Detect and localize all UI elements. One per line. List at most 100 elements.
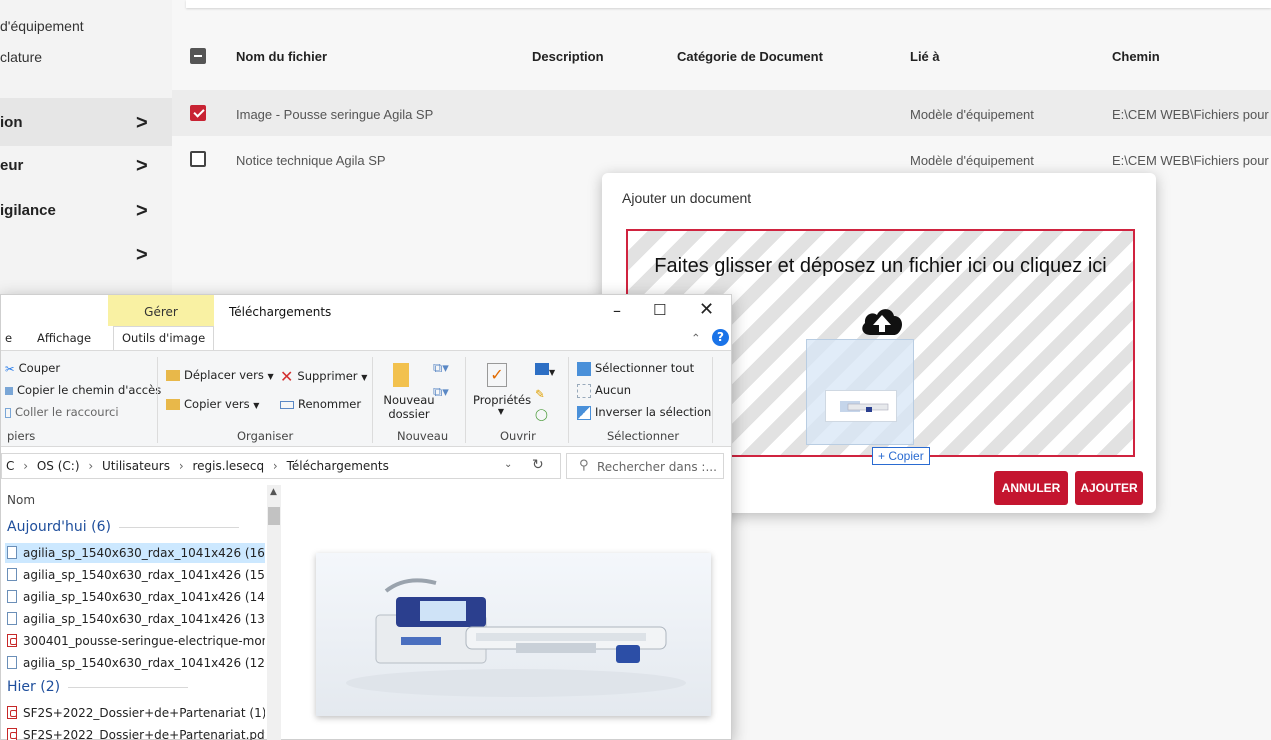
- pdf-file-icon: [7, 728, 17, 740]
- paste-shortcut-icon: [5, 407, 11, 418]
- group-header-yesterday[interactable]: Hier (2): [7, 679, 189, 695]
- header-category[interactable]: Catégorie de Document: [677, 49, 823, 64]
- new-item-icon[interactable]: ⧉▾: [433, 361, 449, 376]
- header-filename[interactable]: Nom du fichier: [236, 49, 327, 64]
- row-checkbox[interactable]: [190, 151, 206, 167]
- search-box[interactable]: ⚲ Rechercher dans :...: [566, 453, 724, 479]
- delete-button[interactable]: ✕ Supprimer ▼: [280, 367, 367, 386]
- refresh-icon[interactable]: ↻: [532, 457, 544, 473]
- tab-view[interactable]: Affichage: [37, 331, 91, 345]
- close-icon[interactable]: ✕: [699, 299, 714, 320]
- chevron-right-icon: >: [136, 112, 148, 134]
- breadcrumb-pc[interactable]: C: [6, 459, 14, 473]
- row-filename: Image - Pousse seringue Agila SP: [236, 107, 434, 122]
- maximize-icon[interactable]: ☐: [653, 301, 666, 319]
- file-explorer-window: Gérer Téléchargements – ☐ ✕ e Affichage …: [0, 294, 732, 740]
- breadcrumb-downloads[interactable]: Téléchargements: [287, 459, 389, 473]
- file-list-scrollbar[interactable]: ▲: [267, 485, 281, 740]
- select-none-button[interactable]: Aucun: [577, 383, 631, 398]
- minimize-icon[interactable]: –: [613, 301, 621, 320]
- tab-image-tools[interactable]: Outils d'image: [113, 326, 215, 350]
- edit-icon[interactable]: ✎: [535, 387, 545, 401]
- table-header: Nom du fichier Description Catégorie de …: [172, 30, 1271, 82]
- select-all-button[interactable]: Sélectionner tout: [577, 361, 694, 376]
- tab-partial[interactable]: e: [5, 331, 12, 345]
- group-header-today[interactable]: Aujourd'hui (6): [7, 519, 239, 535]
- clipboard-group-label: piers: [7, 429, 36, 443]
- image-preview: [316, 553, 711, 716]
- scrollbar-thumb[interactable]: [268, 507, 280, 525]
- file-item[interactable]: agilia_sp_1540x630_rdax_1041x426 (12).jp…: [5, 653, 265, 673]
- move-to-button[interactable]: Déplacer vers ▼: [166, 368, 274, 382]
- table-row[interactable]: Image - Pousse seringue Agila SP Modèle …: [172, 90, 1271, 136]
- copy-path-button[interactable]: Copier le chemin d'accès: [5, 383, 161, 397]
- collapse-ribbon-icon[interactable]: ⌃: [691, 331, 701, 345]
- sidebar-section-1[interactable]: ion >: [0, 100, 172, 146]
- window-title: Téléchargements: [229, 305, 332, 319]
- sidebar-section-2[interactable]: eur >: [0, 143, 172, 189]
- header-path[interactable]: Chemin: [1112, 49, 1160, 64]
- image-file-icon: [7, 568, 17, 581]
- invert-selection-button[interactable]: Inverser la sélection: [577, 405, 711, 420]
- ribbon-tabs: e Affichage Outils d'image ⌃ ?: [1, 326, 731, 350]
- address-bar[interactable]: C › OS (C:) › Utilisateurs › regis.lesec…: [1, 453, 561, 479]
- new-group-label: Nouveau: [397, 429, 449, 443]
- file-item[interactable]: agilia_sp_1540x630_rdax_1041x426 (15).jp…: [5, 565, 265, 585]
- header-description[interactable]: Description: [532, 49, 604, 64]
- paste-shortcut-button[interactable]: Coller le raccourci: [5, 405, 119, 419]
- rename-button[interactable]: Renommer: [280, 397, 361, 411]
- syringe-pump-image: [346, 578, 686, 697]
- sidebar-item-equipment-model[interactable]: d'équipement: [0, 18, 84, 34]
- image-file-icon: [7, 656, 17, 669]
- copy-folder-icon: [166, 399, 180, 410]
- row-checkbox[interactable]: [190, 105, 206, 121]
- image-file-icon: [7, 612, 17, 625]
- select-all-checkbox[interactable]: [190, 48, 206, 64]
- file-item[interactable]: 300401_pousse-seringue-electrique-monovo: [5, 631, 265, 651]
- chevron-right-icon: >: [136, 200, 148, 222]
- copy-drop-badge: + Copier: [872, 447, 930, 465]
- breadcrumb-user[interactable]: regis.lesecq: [192, 459, 264, 473]
- pdf-file-icon: [7, 706, 17, 719]
- add-button[interactable]: AJOUTER: [1075, 471, 1143, 505]
- delete-x-icon: ✕: [280, 367, 294, 386]
- properties-check-icon: ✓: [487, 363, 507, 387]
- open-image-icon[interactable]: ▼: [535, 363, 555, 378]
- image-file-icon: [7, 546, 17, 559]
- row-filename: Notice technique Agila SP: [236, 153, 386, 168]
- scissors-icon: ✂: [5, 361, 15, 376]
- help-icon[interactable]: ?: [712, 329, 729, 346]
- sidebar-section-vigilance[interactable]: igilance >: [0, 188, 172, 234]
- select-none-icon: [577, 383, 591, 398]
- copy-to-button[interactable]: Copier vers ▼: [166, 397, 259, 411]
- sidebar-section-4[interactable]: >: [0, 232, 172, 278]
- header-linked[interactable]: Lié à: [910, 49, 940, 64]
- move-folder-icon: [166, 370, 180, 381]
- new-folder-button[interactable]: Nouveau dossier: [379, 357, 439, 421]
- scroll-up-icon[interactable]: ▲: [270, 487, 277, 497]
- address-dropdown-icon[interactable]: ⌄: [504, 459, 512, 470]
- history-icon[interactable]: ◯: [535, 407, 548, 421]
- select-group-label: Sélectionner: [607, 429, 680, 443]
- row-path: E:\CEM WEB\Fichiers pour: [1112, 107, 1269, 122]
- breadcrumb-users[interactable]: Utilisateurs: [102, 459, 170, 473]
- open-group-label: Ouvrir: [500, 429, 536, 443]
- row-linked: Modèle d'équipement: [910, 153, 1034, 168]
- row-linked: Modèle d'équipement: [910, 107, 1034, 122]
- breadcrumb-drive[interactable]: OS (C:): [37, 459, 80, 473]
- rename-icon: [280, 400, 294, 409]
- sidebar-item-nomenclature[interactable]: clature: [0, 49, 42, 65]
- file-item[interactable]: SF2S+2022_Dossier+de+Partenariat.pdf: [5, 725, 265, 740]
- file-item[interactable]: agilia_sp_1540x630_rdax_1041x426 (14).jp…: [5, 587, 265, 607]
- easy-access-icon[interactable]: ⧉▾: [433, 385, 449, 400]
- file-item[interactable]: agilia_sp_1540x630_rdax_1041x426 (16).jp…: [5, 543, 265, 563]
- search-icon: ⚲: [579, 458, 589, 473]
- properties-button[interactable]: ✓ Propriétés ▼: [473, 359, 531, 416]
- file-item[interactable]: agilia_sp_1540x630_rdax_1041x426 (13).jp…: [5, 609, 265, 629]
- file-item[interactable]: SF2S+2022_Dossier+de+Partenariat (1).pdf: [5, 703, 265, 723]
- cut-button[interactable]: ✂ Couper: [5, 361, 60, 376]
- manage-contextual-tab[interactable]: Gérer: [108, 295, 214, 326]
- dialog-title: Ajouter un document: [622, 190, 752, 206]
- cancel-button[interactable]: ANNULER: [994, 471, 1068, 505]
- column-header-name[interactable]: Nom: [7, 493, 35, 507]
